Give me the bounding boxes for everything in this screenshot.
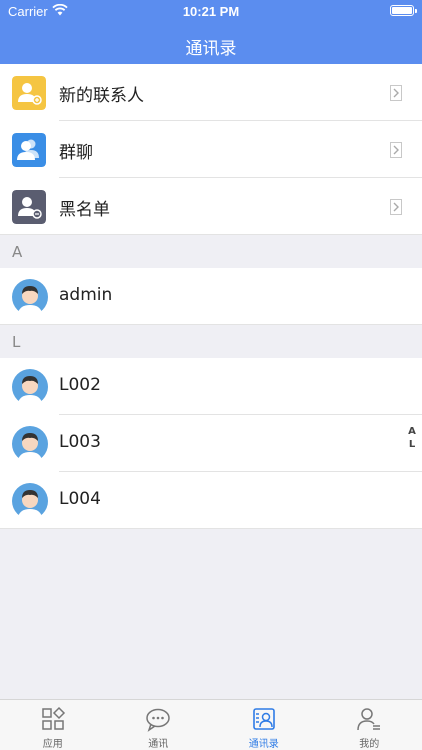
section-header-l: L <box>0 325 422 358</box>
new-contact-icon <box>12 76 46 110</box>
contact-row[interactable]: L002 <box>0 358 422 415</box>
profile-icon <box>357 708 381 731</box>
contact-row[interactable]: L003 <box>0 415 422 472</box>
index-letter-a[interactable]: A <box>407 425 417 438</box>
tab-bar: 应用 通讯 通讯录 我的 <box>0 699 422 750</box>
blacklist-icon <box>12 190 46 224</box>
menu-item-group-chat[interactable]: 群聊 <box>0 121 422 178</box>
apps-icon <box>42 706 65 730</box>
status-time: 10:21 PM <box>182 4 240 19</box>
section-header-a: A <box>0 235 422 268</box>
contact-name: L004 <box>59 489 101 509</box>
avatar <box>12 279 48 315</box>
navigation-header: Carrier 10:21 PM 通讯录 <box>0 0 422 64</box>
section-index-bar[interactable]: A L <box>407 425 417 451</box>
menu-item-label: 新的联系人 <box>59 86 144 106</box>
contacts-list: 新的联系人 群聊 黑名单 A admin L L002 L003 L004 <box>0 64 422 529</box>
tab-contacts[interactable]: 通讯录 <box>211 700 317 750</box>
contact-name: L003 <box>59 432 101 452</box>
contact-name: L002 <box>59 375 101 395</box>
contact-name: admin <box>59 285 113 305</box>
tab-label: 我的 <box>359 739 380 750</box>
chat-icon <box>146 708 170 732</box>
tab-label: 通讯 <box>148 739 169 750</box>
battery-icon <box>390 5 417 16</box>
contact-row[interactable]: admin <box>0 268 422 325</box>
index-letter-l[interactable]: L <box>407 438 417 451</box>
contacts-icon <box>252 708 275 730</box>
page-title: 通讯录 <box>185 39 237 59</box>
menu-item-label: 群聊 <box>59 143 93 163</box>
tab-chat[interactable]: 通讯 <box>106 700 212 750</box>
avatar <box>12 369 48 405</box>
chevron-right-icon <box>390 199 402 215</box>
avatar <box>12 483 48 519</box>
menu-item-new-contacts[interactable]: 新的联系人 <box>0 64 422 121</box>
avatar <box>12 426 48 462</box>
tab-label: 通讯录 <box>248 739 279 750</box>
menu-item-label: 黑名单 <box>59 200 110 220</box>
group-chat-icon <box>12 133 46 167</box>
contact-row[interactable]: L004 <box>0 472 422 529</box>
tab-profile[interactable]: 我的 <box>317 700 422 750</box>
tab-apps[interactable]: 应用 <box>0 700 106 750</box>
chevron-right-icon <box>390 85 402 101</box>
menu-item-blacklist[interactable]: 黑名单 <box>0 178 422 235</box>
status-bar: Carrier 10:21 PM <box>0 0 422 22</box>
chevron-right-icon <box>390 142 402 158</box>
tab-label: 应用 <box>42 739 63 750</box>
